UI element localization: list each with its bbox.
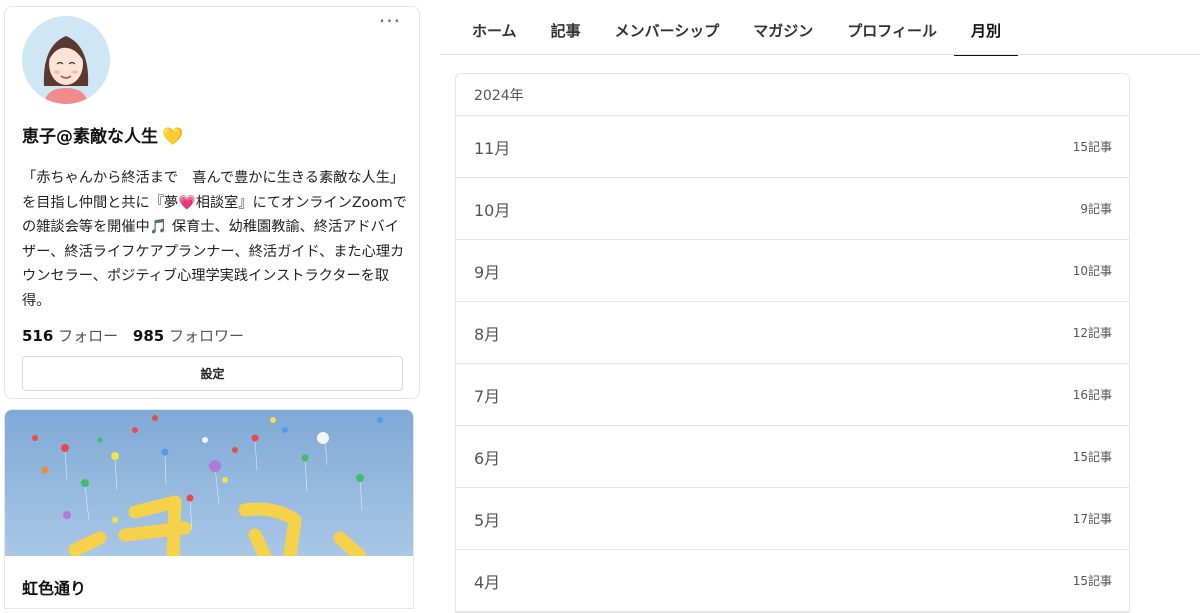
month-label: 5月 bbox=[474, 510, 501, 530]
tab-profile[interactable]: プロフィール bbox=[830, 0, 954, 56]
article-count: 15記事 bbox=[1072, 450, 1112, 464]
tab-membership[interactable]: メンバーシップ bbox=[598, 0, 737, 56]
article-count: 15記事 bbox=[1072, 574, 1112, 588]
article-count: 12記事 bbox=[1072, 326, 1112, 340]
follow-stats: 516 フォロー 985 フォロワー bbox=[22, 325, 254, 346]
month-row[interactable]: 6月 15記事 bbox=[456, 426, 1129, 488]
month-label: 10月 bbox=[474, 200, 511, 220]
profile-bio: 「赤ちゃんから終活まで 喜んで豊かに生きる素敵な人生」を目指し仲間と共に『夢💗相… bbox=[22, 166, 408, 314]
month-row[interactable]: 5月 17記事 bbox=[456, 488, 1129, 550]
follow-label[interactable]: フォロー bbox=[58, 327, 118, 345]
month-row[interactable]: 11月 15記事 bbox=[456, 116, 1129, 178]
article-count: 15記事 bbox=[1072, 140, 1112, 154]
month-row[interactable]: 10月 9記事 bbox=[456, 178, 1129, 240]
avatar[interactable] bbox=[22, 16, 110, 104]
month-row[interactable]: 4月 15記事 bbox=[456, 550, 1129, 612]
month-row[interactable]: 7月 16記事 bbox=[456, 364, 1129, 426]
month-label: 9月 bbox=[474, 262, 501, 282]
month-row[interactable]: 9月 10記事 bbox=[456, 240, 1129, 302]
avatar-illustration bbox=[22, 16, 110, 104]
article-count: 9記事 bbox=[1080, 202, 1112, 216]
monthly-archive-list: 2024年 11月 15記事 10月 9記事 9月 10記事 8月 12記事 7… bbox=[455, 73, 1130, 613]
pink-heart-icon: 💗 bbox=[178, 194, 196, 211]
profile-tabs: ホーム 記事 メンバーシップ マガジン プロフィール 月別 bbox=[455, 0, 1019, 56]
follower-count[interactable]: 985 bbox=[133, 327, 164, 345]
profile-card: ··· 恵子@素敵な人生 💛 「赤ちゃんから終活まで 喜んで豊かに生きる素敵な人生… bbox=[4, 6, 420, 399]
article-count: 16記事 bbox=[1072, 388, 1112, 402]
music-note-icon: 🎵 bbox=[149, 219, 168, 236]
year-header: 2024年 bbox=[456, 74, 1129, 116]
profile-name: 恵子@素敵な人生 💛 bbox=[22, 122, 183, 147]
tabs-divider bbox=[440, 54, 1200, 55]
tab-monthly[interactable]: 月別 bbox=[954, 0, 1019, 56]
follower-label[interactable]: フォロワー bbox=[169, 327, 244, 345]
month-label: 6月 bbox=[474, 448, 501, 468]
yellow-heart-icon: 💛 bbox=[162, 127, 184, 147]
month-label: 4月 bbox=[474, 572, 501, 592]
settings-button[interactable]: 設定 bbox=[22, 356, 403, 391]
tab-articles[interactable]: 記事 bbox=[534, 0, 598, 56]
magazine-card[interactable]: 虹色通り bbox=[4, 409, 414, 609]
article-count: 17記事 bbox=[1072, 512, 1112, 526]
magazine-cover-image bbox=[5, 410, 413, 556]
month-label: 7月 bbox=[474, 386, 501, 406]
more-options-button[interactable]: ··· bbox=[379, 11, 401, 31]
month-row[interactable]: 8月 12記事 bbox=[456, 302, 1129, 364]
tab-magazine[interactable]: マガジン bbox=[736, 0, 830, 56]
month-label: 11月 bbox=[474, 138, 511, 158]
article-count: 10記事 bbox=[1072, 264, 1112, 278]
profile-name-text: 恵子@素敵な人生 bbox=[22, 127, 158, 147]
tab-home[interactable]: ホーム bbox=[455, 0, 534, 56]
follow-count[interactable]: 516 bbox=[22, 327, 53, 345]
magazine-title: 虹色通り bbox=[22, 579, 87, 598]
month-label: 8月 bbox=[474, 324, 501, 344]
